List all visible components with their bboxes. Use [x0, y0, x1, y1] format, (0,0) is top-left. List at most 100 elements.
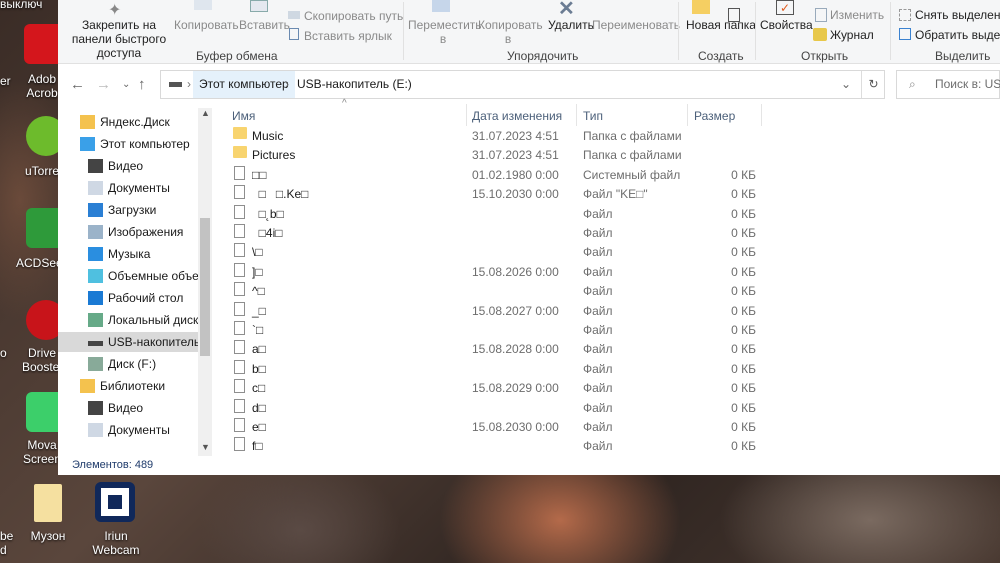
- forward-button[interactable]: →: [96, 76, 111, 93]
- sidebar-item[interactable]: Диск (F:): [58, 354, 198, 374]
- muzon-folder-icon[interactable]: [34, 484, 62, 522]
- file-row[interactable]: Music 31.07.2023 4:51 Папка с файлами: [230, 127, 770, 146]
- sidebar-item[interactable]: Документы: [58, 178, 198, 198]
- local-disk-icon: [88, 313, 103, 327]
- refresh-button[interactable]: ↻: [861, 71, 885, 98]
- file-type: Файл: [583, 323, 613, 337]
- sidebar-item[interactable]: Видео: [58, 398, 198, 418]
- yandex-disk-icon: [80, 115, 95, 129]
- file-size: 0 КБ: [731, 303, 756, 318]
- libraries-icon: [80, 379, 95, 393]
- copy-path-button[interactable]: Скопировать путь: [304, 9, 403, 23]
- file-name: ]□: [252, 264, 263, 279]
- sidebar-item[interactable]: USB-накопитель (: [58, 332, 198, 352]
- invert-selection-button[interactable]: Обратить выделе: [915, 28, 1000, 42]
- sidebar-item[interactable]: Рабочий стол: [58, 288, 198, 308]
- sidebar-item[interactable]: Объемные объект: [58, 266, 198, 286]
- file-row[interactable]: □□ 01.02.1980 0:00 Системный файл 0 КБ: [230, 165, 770, 185]
- deselect-button[interactable]: Снять выделение: [915, 8, 1000, 22]
- sidebar-item[interactable]: Библиотеки: [58, 376, 198, 396]
- breadcrumb-separator: ›: [285, 77, 289, 91]
- iriun-webcam-icon[interactable]: [95, 482, 135, 522]
- file-size: 0 КБ: [731, 400, 756, 415]
- file-row[interactable]: b□ Файл 0 КБ: [230, 359, 770, 379]
- file-name: \□: [252, 245, 263, 260]
- back-button[interactable]: ←: [70, 76, 85, 93]
- column-header-size[interactable]: Размер: [694, 108, 735, 128]
- column-header-date[interactable]: Дата изменения: [472, 108, 562, 128]
- file-icon: [234, 243, 245, 258]
- breadcrumb-this-pc[interactable]: Этот компьютер: [193, 71, 295, 98]
- address-bar[interactable]: › Этот компьютер › USB-накопитель (E:) ⌄…: [160, 70, 885, 99]
- sidebar-item[interactable]: Загрузки: [58, 200, 198, 220]
- recent-locations-button[interactable]: ⌄: [122, 79, 130, 90]
- file-type: Файл: [583, 439, 613, 454]
- search-input[interactable]: ⌕ Поиск в: USB: [896, 70, 1000, 99]
- documents-icon: [88, 423, 103, 437]
- sidebar-item[interactable]: Музыка: [58, 244, 198, 264]
- file-row[interactable]: □4i□ Файл 0 КБ: [230, 224, 770, 243]
- file-row[interactable]: f□ Файл 0 КБ: [230, 437, 770, 456]
- rename-button[interactable]: Переименовать: [592, 18, 680, 32]
- pin-quick-access-button[interactable]: Закрепить на панели быстрого доступа: [66, 18, 172, 60]
- address-dropdown-button[interactable]: ⌄: [841, 71, 851, 98]
- file-date: 31.07.2023 4:51: [472, 129, 559, 143]
- edit-button[interactable]: Изменить: [830, 8, 884, 22]
- divider: [576, 104, 577, 126]
- navigation-scrollbar[interactable]: ▲ ▼: [198, 108, 212, 456]
- desktop-label: uTorre: [24, 164, 59, 178]
- history-button[interactable]: Журнал: [830, 28, 874, 42]
- file-row[interactable]: a□ 15.08.2028 0:00 Файл 0 КБ: [230, 340, 770, 359]
- up-button[interactable]: ↑: [138, 76, 146, 93]
- sidebar-item[interactable]: Этот компьютер: [58, 134, 198, 154]
- drive-icon: [169, 82, 182, 87]
- sidebar-item-label: Видео: [108, 401, 144, 415]
- file-row[interactable]: ]□ 15.08.2026 0:00 Файл 0 КБ: [230, 262, 770, 282]
- search-icon: ⌕: [909, 77, 916, 91]
- sidebar-item[interactable]: Изображения: [58, 222, 198, 242]
- file-size: 0 КБ: [731, 226, 756, 240]
- paste-shortcut-button[interactable]: Вставить ярлык: [304, 29, 392, 43]
- file-row[interactable]: □˛b□ Файл 0 КБ: [230, 204, 770, 224]
- file-name: a□: [252, 342, 266, 357]
- sidebar-item[interactable]: Локальный диск (: [58, 310, 198, 330]
- delete-button[interactable]: Удалить: [548, 18, 594, 32]
- file-row[interactable]: _□ 15.08.2027 0:00 Файл 0 КБ: [230, 301, 770, 321]
- file-row[interactable]: `□ Файл 0 КБ: [230, 321, 770, 340]
- new-folder-icon: [692, 0, 710, 14]
- column-header-type[interactable]: Тип: [583, 108, 603, 128]
- file-row[interactable]: d□ Файл 0 КБ: [230, 398, 770, 418]
- breadcrumb-usb-drive[interactable]: USB-накопитель (E:): [297, 71, 412, 98]
- move-to-button[interactable]: Переместить в: [408, 18, 482, 46]
- copy-to-button[interactable]: Копировать в: [478, 18, 543, 46]
- file-row[interactable]: ^□ Файл 0 КБ: [230, 282, 770, 301]
- file-row[interactable]: Pictures 31.07.2023 4:51 Папка с файлами: [230, 146, 770, 165]
- copy-button[interactable]: Копировать: [174, 18, 239, 32]
- file-name: d□: [252, 400, 266, 415]
- sidebar-item[interactable]: Яндекс.Диск: [58, 112, 198, 132]
- file-name: □□: [252, 167, 267, 182]
- properties-button[interactable]: Свойства: [760, 18, 813, 32]
- file-type: Файл: [583, 400, 613, 415]
- sidebar-item[interactable]: Видео: [58, 156, 198, 176]
- file-row[interactable]: \□ Файл 0 КБ: [230, 243, 770, 262]
- sidebar-item-label: Этот компьютер: [100, 137, 190, 151]
- file-date: 15.08.2030 0:00: [472, 420, 559, 434]
- file-icon: [234, 418, 245, 432]
- sidebar-item-label: Документы: [108, 181, 170, 195]
- column-header-name[interactable]: Имя: [232, 108, 255, 128]
- file-row[interactable]: c□ 15.08.2029 0:00 Файл 0 КБ: [230, 379, 770, 398]
- file-icon: [234, 398, 245, 413]
- file-icon: [234, 301, 245, 316]
- file-name: □˛b□: [252, 206, 284, 221]
- file-row[interactable]: e□ 15.08.2030 0:00 Файл 0 КБ: [230, 418, 770, 437]
- file-date: 15.08.2027 0:00: [472, 303, 559, 318]
- scrollbar-thumb[interactable]: [200, 218, 210, 356]
- scroll-up-button[interactable]: ▲: [201, 108, 210, 118]
- scroll-down-button[interactable]: ▼: [201, 442, 210, 452]
- sidebar-item[interactable]: Документы: [58, 420, 198, 440]
- new-folder-button[interactable]: Новая папка: [686, 18, 756, 32]
- paste-button[interactable]: Вставить: [239, 18, 290, 32]
- sidebar-item-label: Локальный диск (: [108, 313, 198, 327]
- file-row[interactable]: □ □.Ke□ 15.10.2030 0:00 Файл "KE□" 0 КБ: [230, 185, 770, 204]
